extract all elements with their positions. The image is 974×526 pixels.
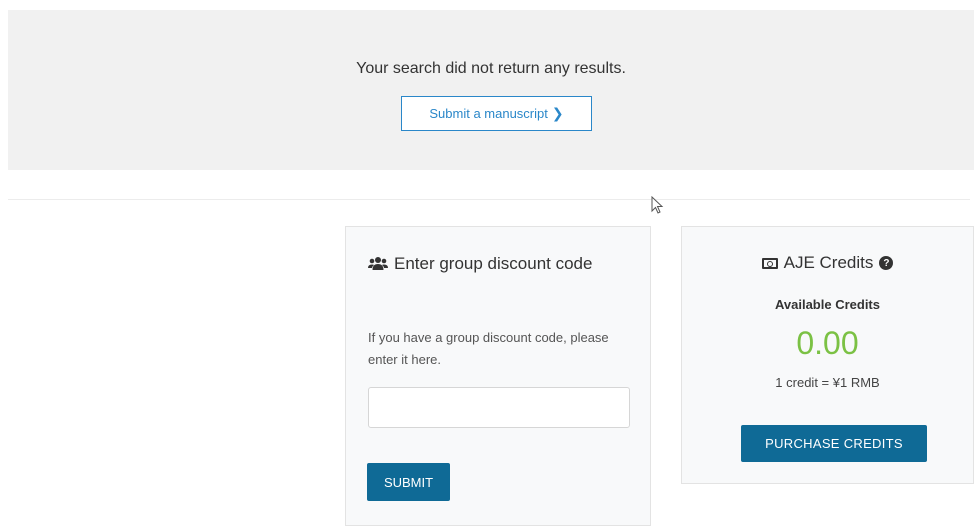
purchase-credits-button[interactable]: PURCHASE CREDITS xyxy=(741,425,927,462)
available-credits-label: Available Credits xyxy=(774,297,880,312)
aje-credits-title: AJE Credits ? xyxy=(682,253,973,273)
aje-credits-panel: AJE Credits ? Available Credits 0.00 1 c… xyxy=(681,226,974,484)
group-discount-title-text: Enter group discount code xyxy=(394,254,593,273)
section-divider xyxy=(8,199,970,200)
mouse-pointer-icon xyxy=(651,196,664,214)
submit-manuscript-button[interactable]: Submit a manuscript ❯ xyxy=(401,96,592,131)
submit-discount-button[interactable]: SUBMIT xyxy=(367,463,450,501)
chevron-right-icon: ❯ xyxy=(551,105,564,121)
credits-amount: 0.00 xyxy=(796,325,859,361)
aje-credits-title-text: AJE Credits xyxy=(783,253,874,272)
submit-manuscript-label: Submit a manuscript xyxy=(429,106,548,121)
discount-code-input[interactable] xyxy=(368,387,630,428)
question-circle-icon[interactable]: ? xyxy=(879,256,894,270)
no-results-message: Your search did not return any results. xyxy=(356,60,626,77)
group-discount-title: Enter group discount code xyxy=(368,251,628,277)
money-icon xyxy=(761,257,778,269)
group-discount-panel: Enter group discount code If you have a … xyxy=(345,226,651,526)
credit-rate-text: 1 credit = ¥1 RMB xyxy=(775,375,880,390)
users-icon xyxy=(368,257,388,270)
group-discount-description: If you have a group discount code, pleas… xyxy=(368,330,609,367)
no-results-panel: Your search did not return any results. … xyxy=(8,10,974,170)
